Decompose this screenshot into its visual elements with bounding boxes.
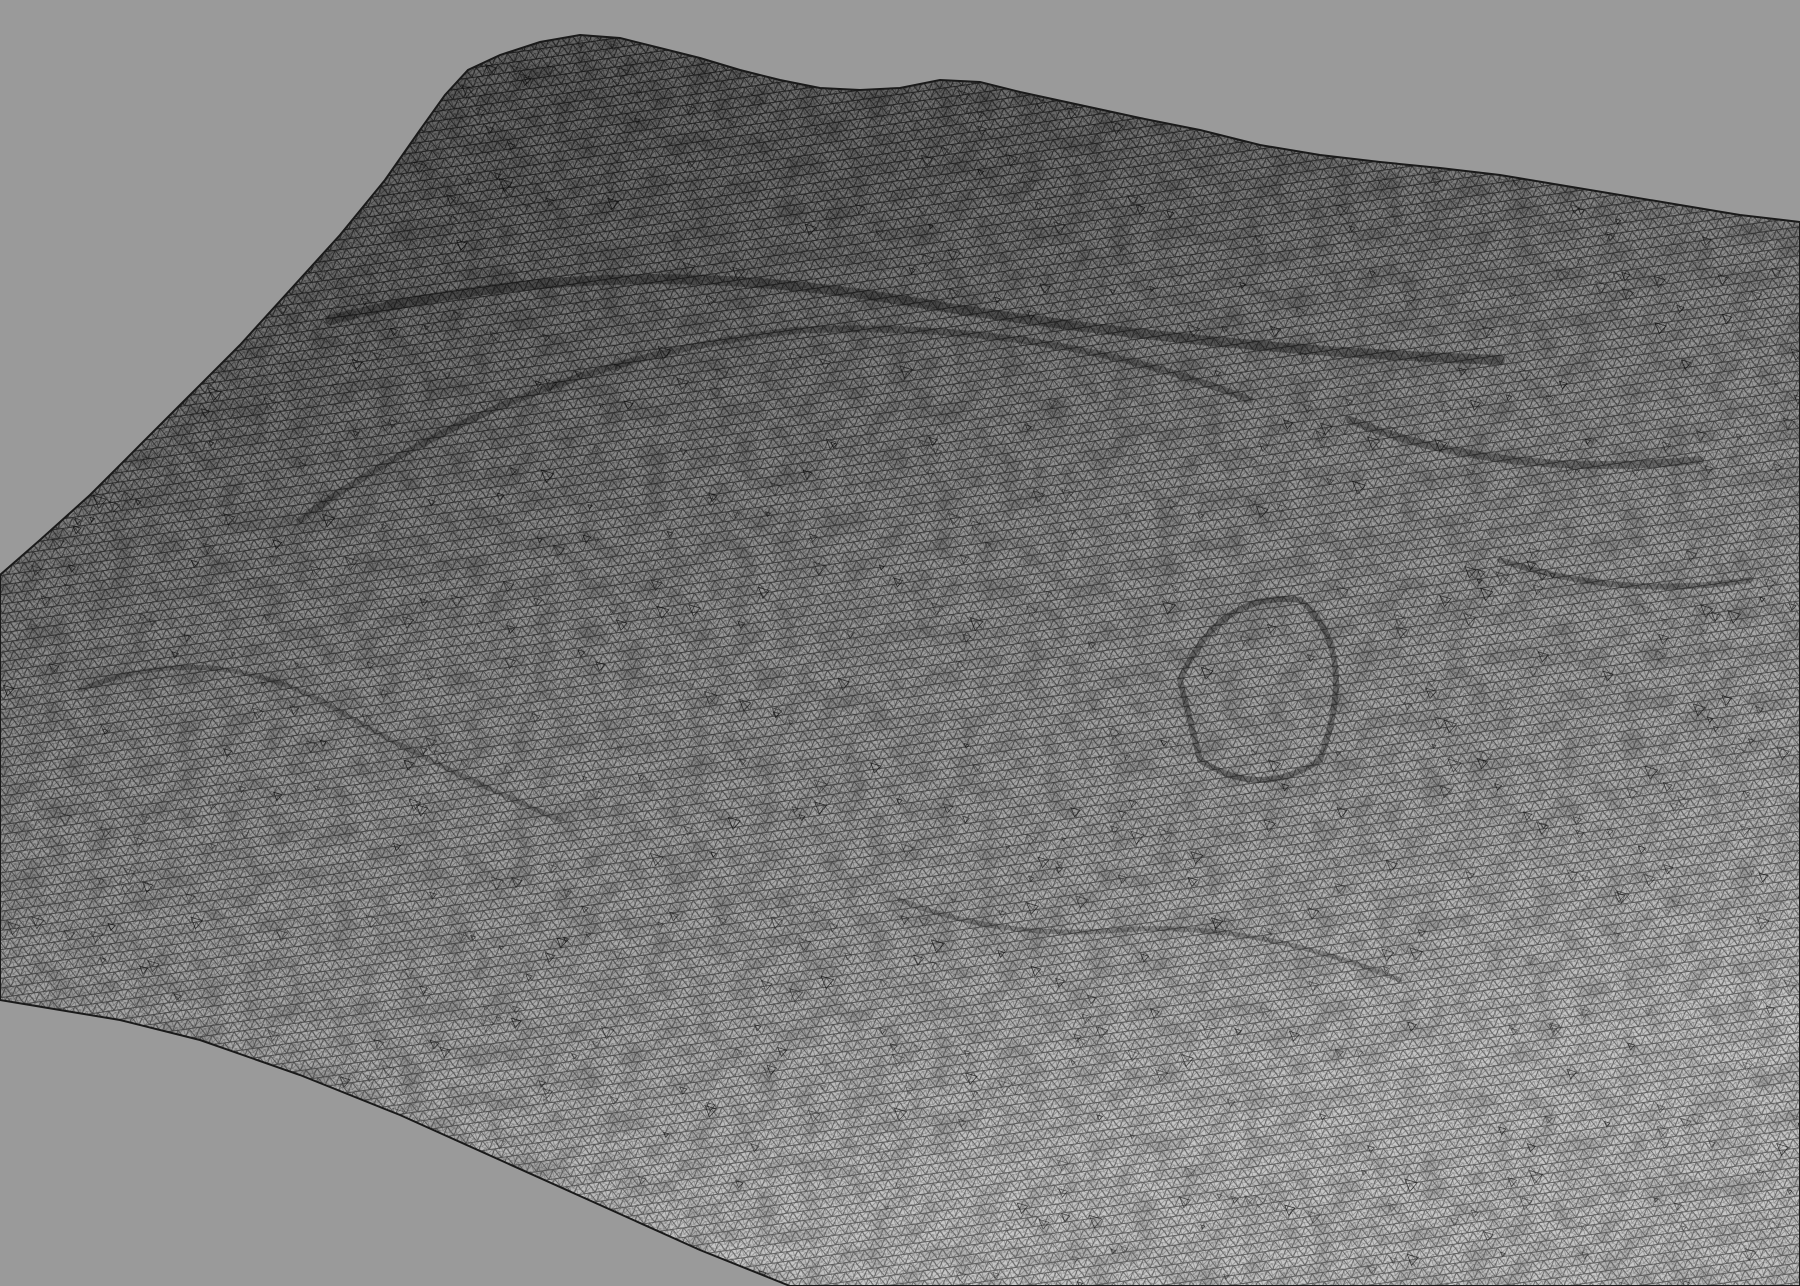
wireframe-terrain-render — [0, 0, 1800, 1286]
3d-viewport[interactable] — [0, 0, 1800, 1286]
